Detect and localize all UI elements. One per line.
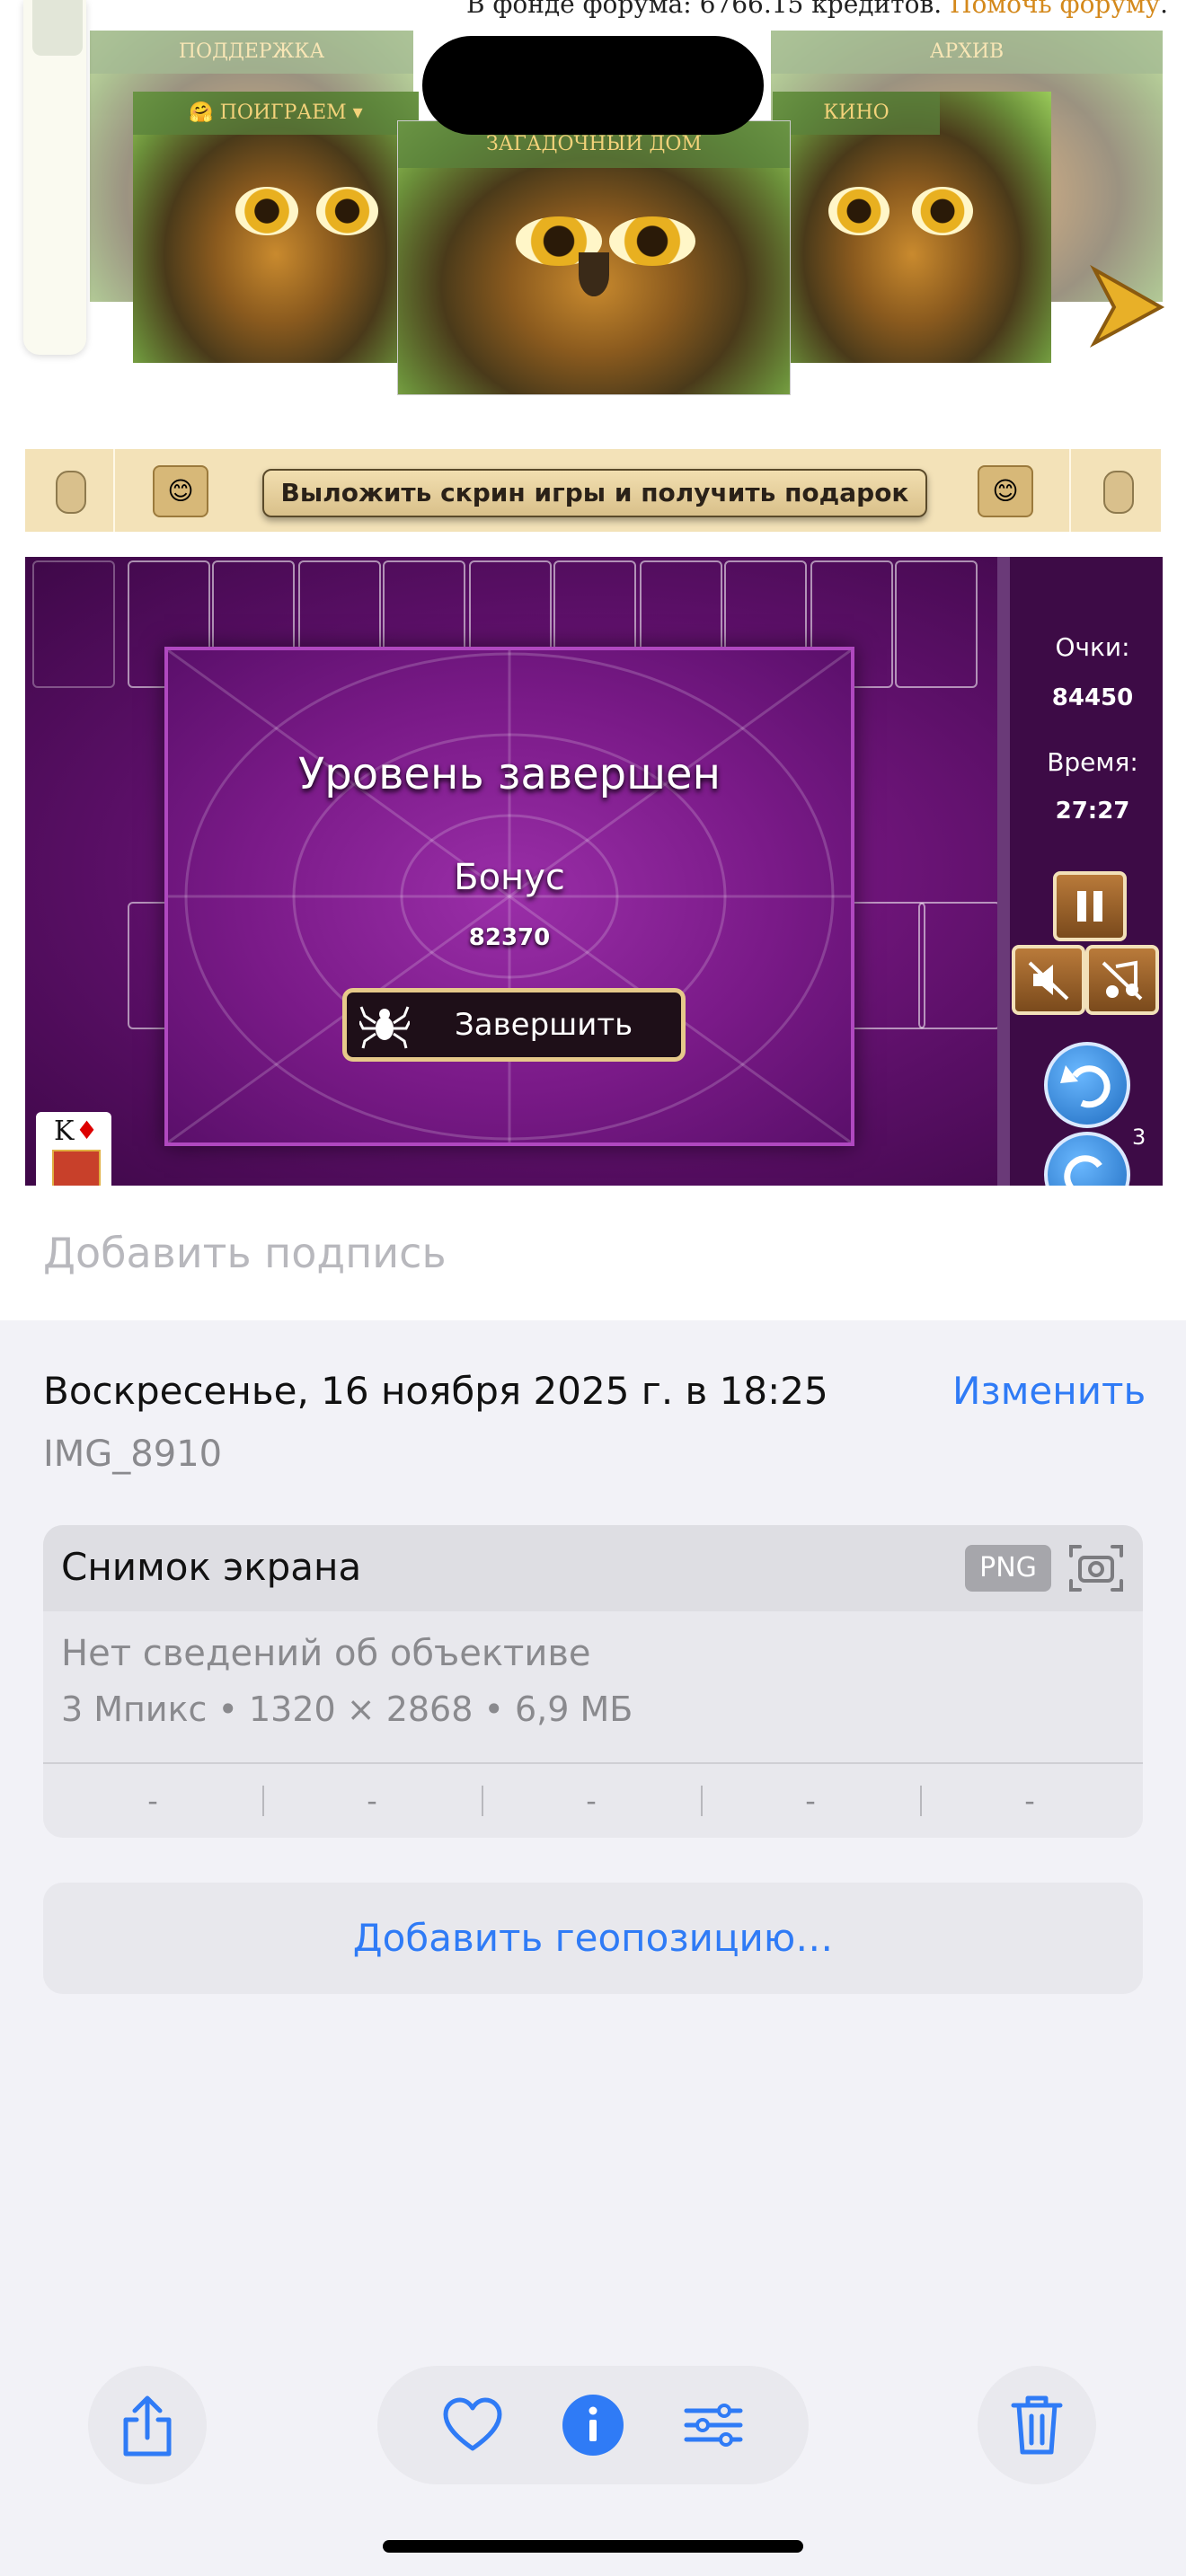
exif-cell: - (367, 1784, 377, 1818)
dialog-title: Уровень завершен (298, 749, 721, 799)
redo-button[interactable] (1044, 1132, 1130, 1186)
heart-icon (443, 2397, 502, 2451)
help-forum-link[interactable]: Помочь форуму (950, 0, 1160, 19)
time-label: Время: (1047, 747, 1138, 777)
owl-eye (235, 186, 299, 236)
undo-count: 3 (1132, 1125, 1146, 1150)
card-slot[interactable] (918, 902, 1001, 1029)
exif-cell: - (805, 1784, 816, 1818)
score-label: Очки: (1055, 632, 1130, 662)
carousel-card-play[interactable]: 🤗 ПОИГРАЕМ ▾ (133, 92, 419, 363)
photo-filename: IMG_8910 (43, 1434, 223, 1475)
forum-fund-line: В фонде форума: 6766.15 кредитов. Помочь… (431, 0, 1168, 19)
edit-date-button[interactable]: Изменить (952, 1369, 1146, 1413)
carousel-card-cinema[interactable]: КИНО (773, 92, 1051, 363)
forum-link-suffix: . (1160, 0, 1168, 19)
carousel-card-title: 🤗 ПОИГРАЕМ ▾ (133, 92, 419, 135)
card-face-art (52, 1150, 101, 1186)
photo-kind: Снимок экрана (61, 1545, 362, 1589)
dynamic-island (422, 36, 764, 135)
card-rank: K (54, 1116, 75, 1147)
banner-divider (1069, 449, 1071, 532)
carousel-next-arrow-icon[interactable] (1087, 260, 1168, 350)
exif-cell: - (147, 1784, 158, 1818)
smile-emoji-button[interactable]: 😊 (978, 465, 1033, 517)
exif-divider (701, 1786, 703, 1816)
pause-icon (1077, 891, 1102, 922)
owl-eye (609, 216, 696, 267)
exif-cell: - (1024, 1784, 1035, 1818)
screenshot-top: В фонде форума: 6766.15 кредитов. Помочь… (0, 0, 1186, 1186)
carousel-card-title: ПОДДЕРЖКА (90, 31, 413, 74)
exif-divider (920, 1786, 922, 1816)
share-icon (123, 2395, 172, 2457)
banner-pill-right (1103, 471, 1134, 514)
metadata-card: Снимок экрана PNG Нет сведений об объект… (43, 1525, 1143, 1838)
undo-icon (1060, 1065, 1111, 1108)
caption-area[interactable]: Добавить подпись (0, 1186, 1186, 1320)
camera-icon (1067, 1539, 1125, 1597)
undo-button[interactable] (1044, 1042, 1130, 1128)
card-slot[interactable] (895, 560, 978, 688)
exif-divider (482, 1786, 483, 1816)
owl-eye (315, 186, 379, 236)
card-slot[interactable] (32, 560, 115, 688)
redo-icon (1064, 1155, 1102, 1186)
game-sidebar: Очки: 84450 Время: 27:27 3 (997, 557, 1163, 1186)
caption-input[interactable]: Добавить подпись (43, 1229, 447, 1277)
carousel-card-title: КИНО (773, 92, 940, 135)
post-screenshot-button[interactable]: Выложить скрин игры и получить подарок (262, 469, 927, 517)
finish-button[interactable]: Завершить (342, 988, 686, 1062)
card-suit: ♦ (75, 1116, 99, 1145)
bonus-value: 82370 (468, 924, 551, 951)
info-icon (562, 2395, 624, 2456)
photo-date: Воскресенье, 16 ноября 2025 г. в 18:25 (43, 1369, 828, 1413)
carousel-card-title: АРХИВ (771, 31, 1163, 74)
music-off-icon (1102, 960, 1143, 1001)
format-badge: PNG (965, 1545, 1051, 1592)
music-mute-button[interactable] (1085, 945, 1159, 1015)
time-value: 27:27 (1055, 798, 1130, 825)
sound-off-icon (1028, 961, 1069, 1001)
forum-fund-text: В фонде форума: 6766.15 кредитов. (465, 0, 943, 19)
playing-card-king-diamonds[interactable]: K ♦ (36, 1112, 111, 1186)
banner-divider (113, 449, 115, 532)
banner-pill-left (56, 471, 86, 514)
image-specs: 3 Мпикс • 1320 × 2868 • 6,9 МБ (61, 1689, 633, 1729)
exif-cell: - (586, 1784, 597, 1818)
adjust-button[interactable] (654, 2366, 773, 2484)
delete-button[interactable] (978, 2366, 1096, 2484)
score-value: 84450 (1051, 684, 1134, 711)
owl-beak (578, 251, 610, 296)
volume-slider-handle[interactable] (32, 0, 83, 56)
pause-button[interactable] (1053, 871, 1127, 941)
exif-divider (262, 1786, 264, 1816)
sound-mute-button[interactable] (1012, 945, 1085, 1015)
owl-eye (828, 186, 890, 236)
trash-icon (1011, 2395, 1063, 2455)
card-slot[interactable] (843, 902, 925, 1029)
smile-emoji-button[interactable]: 😊 (153, 465, 208, 517)
carousel-card-mystery-house[interactable]: ЗАГАДОЧНЫЙ ДОМ (397, 120, 791, 395)
share-button[interactable] (88, 2366, 207, 2484)
lens-info: Нет сведений об объективе (61, 1633, 591, 1674)
owl-eye (912, 186, 974, 236)
add-location-button[interactable]: Добавить геопозицию… (43, 1883, 1143, 1994)
info-button[interactable] (534, 2366, 652, 2484)
favorite-button[interactable] (413, 2366, 532, 2484)
adjust-icon (684, 2404, 743, 2447)
home-indicator (383, 2540, 803, 2553)
finish-button-label: Завершить (455, 1007, 633, 1043)
solitaire-game: K ♦ Очки: 84450 Время: 27:27 3 Уровень з… (25, 557, 1163, 1186)
bonus-label: Бонус (454, 857, 565, 898)
level-complete-dialog: Уровень завершен Бонус 82370 Завершить (164, 647, 854, 1146)
toolbar-center-group (377, 2366, 809, 2484)
spider-icon (359, 1000, 410, 1050)
